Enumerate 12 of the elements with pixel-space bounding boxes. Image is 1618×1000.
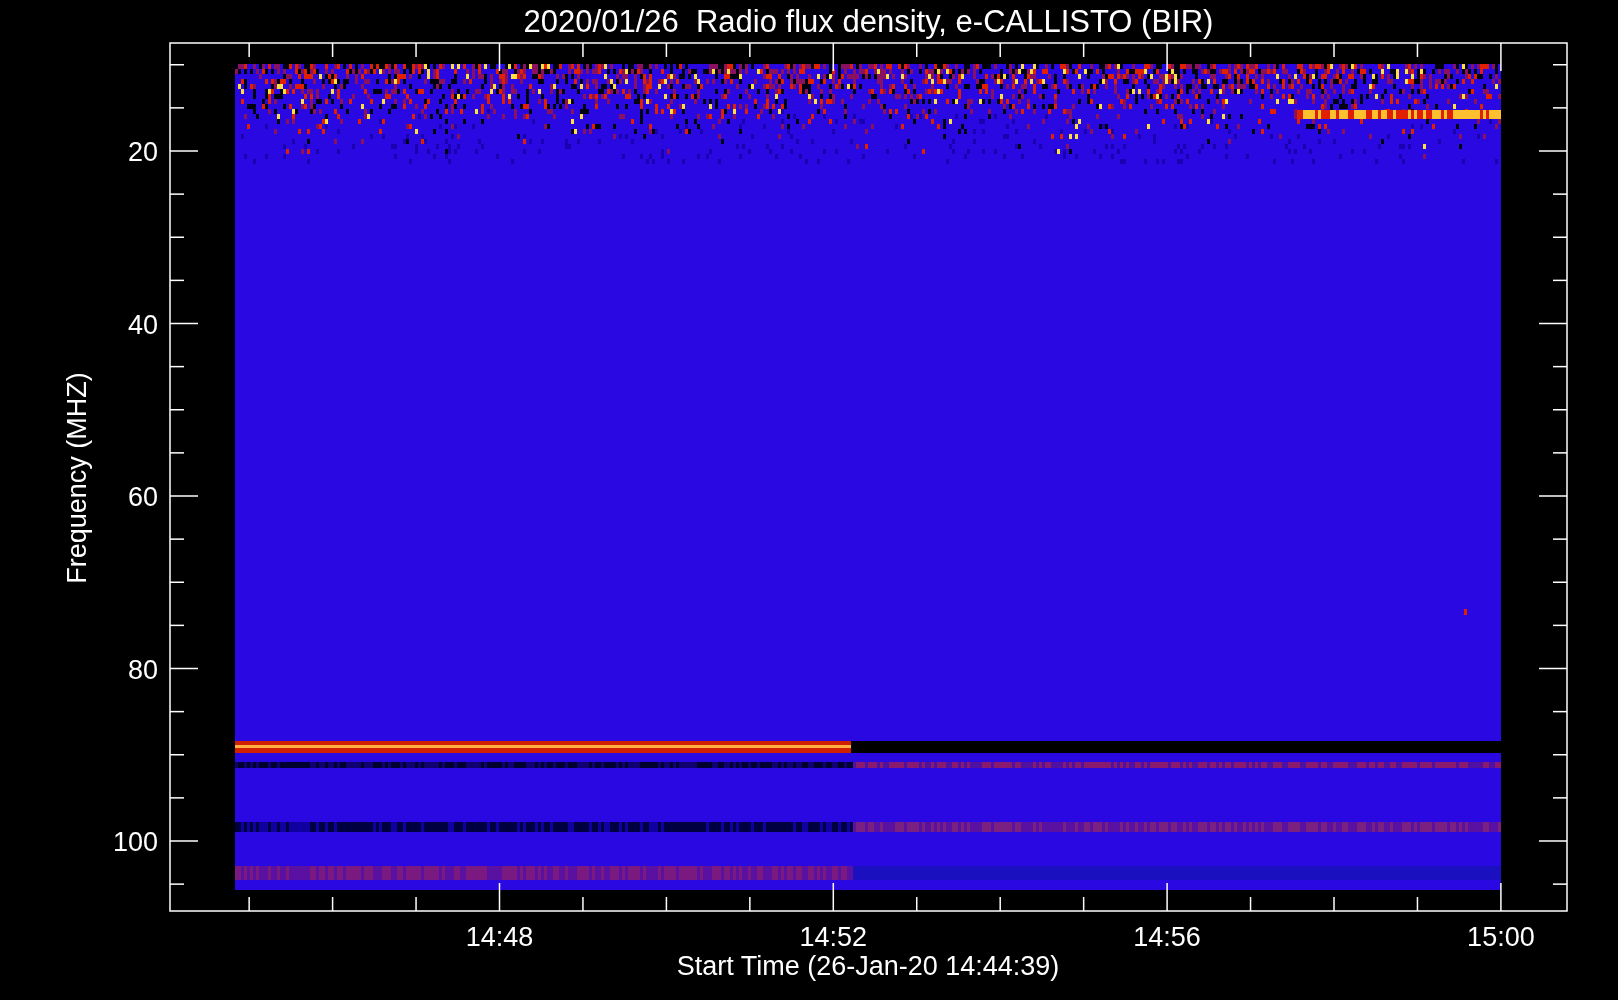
tick-label: 14:56 <box>1133 922 1201 952</box>
tick-label: 40 <box>127 309 158 340</box>
axis-label: Frequency (MHZ) <box>62 372 92 584</box>
tick-label: 80 <box>127 654 158 685</box>
tick-label: 20 <box>127 137 158 167</box>
chart-title: 2020/01/26 Radio flux density, e-CALLISTO (BIR) <box>523 4 1214 39</box>
tick-label: 100 <box>112 827 158 857</box>
tick-label: 60 <box>127 482 158 512</box>
tick-label: 14:52 <box>799 922 868 952</box>
tick-label: 15:00 <box>1467 922 1535 952</box>
axis-label: Start Time (26-Jan-20 14:44:39) <box>676 951 1060 981</box>
tick-label: 14:48 <box>465 922 534 952</box>
